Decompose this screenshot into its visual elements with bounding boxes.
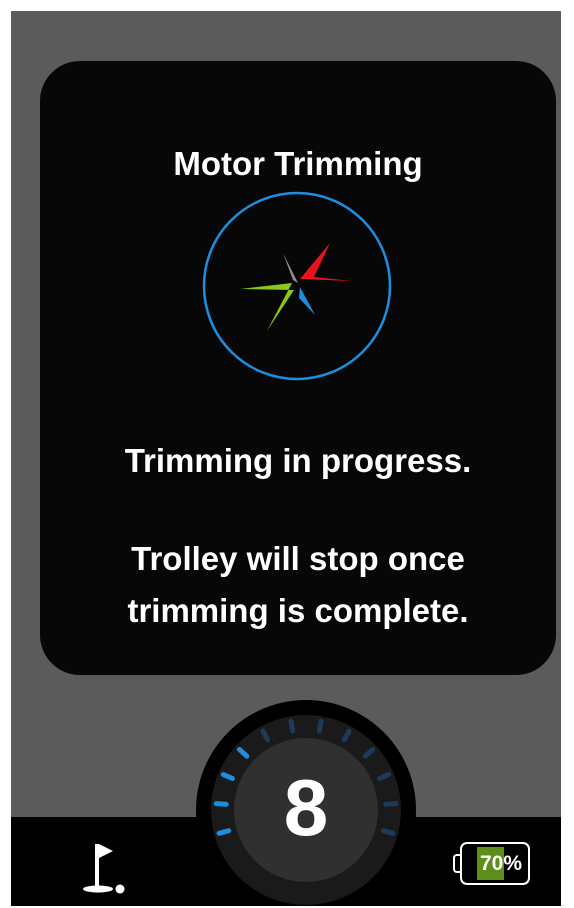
battery-percent: 70% — [479, 852, 523, 875]
compass-star-logo — [202, 191, 392, 381]
speed-tick — [216, 828, 232, 836]
trimming-info-line-2: trimming is complete. — [127, 592, 469, 629]
trimming-info-line-1: Trolley will stop once — [131, 540, 465, 577]
logo-blue-ray — [299, 287, 315, 315]
logo-grey-ray — [283, 253, 298, 283]
battery-indicator: 70% — [451, 842, 531, 887]
speed-tick — [380, 828, 396, 836]
logo-green-rays — [240, 283, 294, 331]
gear-number: 8 — [283, 763, 329, 852]
dialog-title: Motor Trimming — [173, 145, 423, 182]
trimming-status-text: Trimming in progress. — [124, 442, 472, 479]
logo-red-rays — [300, 243, 352, 281]
speed-tick — [288, 718, 296, 734]
logo-ring — [202, 191, 392, 381]
battery-icon — [453, 854, 460, 873]
golf-flag-icon[interactable] — [81, 838, 129, 896]
screen: Motor Trimming Trimming in progress. Tro… — [11, 11, 561, 906]
speed-tick — [316, 718, 324, 734]
speed-tick — [383, 801, 399, 807]
speed-tick — [213, 801, 229, 807]
motor-trimming-dialog: Motor Trimming Trimming in progress. Tro… — [40, 61, 556, 675]
